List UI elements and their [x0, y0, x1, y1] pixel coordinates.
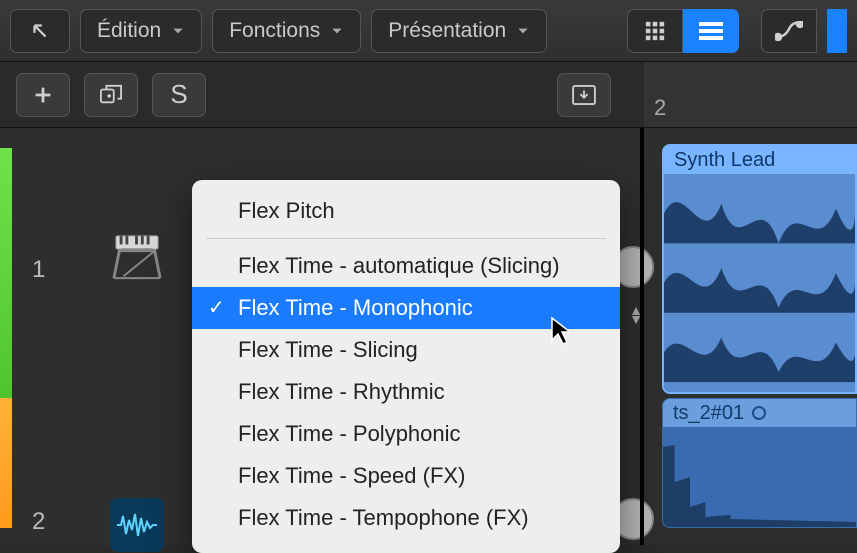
- chevron-down-icon: [330, 24, 344, 38]
- region-name: Synth Lead: [674, 149, 775, 172]
- flex-menu-item[interactable]: Flex Time - Monophonic: [192, 287, 620, 329]
- instrument-icon[interactable]: [110, 228, 164, 282]
- edit-menu[interactable]: Édition: [80, 9, 202, 53]
- region-name: ts_2#01: [673, 402, 744, 425]
- track-color-strip-1: [0, 148, 12, 398]
- chevron-down-icon: [516, 24, 530, 38]
- audio-region[interactable]: Synth Lead: [662, 144, 857, 394]
- track-color-strip-2: [0, 398, 12, 528]
- flex-menu-item[interactable]: Flex Time - automatique (Slicing): [192, 245, 620, 287]
- track-number: 2: [32, 508, 45, 536]
- waveform: [663, 427, 856, 527]
- view-list-button[interactable]: [683, 9, 739, 53]
- waveform: [664, 174, 855, 392]
- back-up-button[interactable]: [10, 9, 70, 53]
- presentation-menu[interactable]: Présentation: [371, 9, 547, 53]
- duplicate-track-button[interactable]: [84, 73, 138, 117]
- region-header: Synth Lead: [664, 146, 855, 174]
- arrange-region-column: Synth Lead ts_2#01: [640, 128, 857, 545]
- flex-menu-item[interactable]: Flex Time - Tempophone (FX): [192, 497, 620, 539]
- add-track-button[interactable]: [16, 73, 70, 117]
- flex-menu-item[interactable]: Flex Time - Speed (FX): [192, 455, 620, 497]
- collapse-button[interactable]: [557, 73, 611, 117]
- flex-menu-item[interactable]: Flex Time - Slicing: [192, 329, 620, 371]
- audio-region[interactable]: ts_2#01: [662, 398, 857, 528]
- top-toolbar: Édition Fonctions Présentation: [0, 0, 857, 62]
- flex-menu-item[interactable]: Flex Time - Rhythmic: [192, 371, 620, 413]
- loop-icon: [752, 406, 766, 420]
- solo-button[interactable]: S: [152, 73, 206, 117]
- view-grid-button[interactable]: [627, 9, 683, 53]
- functions-menu[interactable]: Fonctions: [212, 9, 361, 53]
- edit-menu-label: Édition: [97, 19, 161, 43]
- functions-menu-label: Fonctions: [229, 19, 320, 43]
- audio-track-icon[interactable]: [110, 498, 164, 552]
- menu-separator: [206, 238, 606, 239]
- flex-menu-header[interactable]: Flex Pitch: [192, 190, 620, 232]
- automation-curve-button[interactable]: [761, 9, 817, 53]
- flex-toggle-active[interactable]: [827, 9, 847, 53]
- view-mode-segmented: [627, 9, 739, 53]
- ruler-tick: 2: [654, 95, 666, 121]
- presentation-menu-label: Présentation: [388, 19, 506, 43]
- flex-mode-menu: Flex Pitch Flex Time - automatique (Slic…: [192, 180, 620, 553]
- flex-menu-item[interactable]: Flex Time - Polyphonic: [192, 413, 620, 455]
- solo-label: S: [170, 79, 187, 110]
- chevron-down-icon: [171, 24, 185, 38]
- region-header: ts_2#01: [663, 399, 856, 427]
- track-number: 1: [32, 256, 45, 284]
- timeline-ruler[interactable]: 2: [644, 62, 857, 128]
